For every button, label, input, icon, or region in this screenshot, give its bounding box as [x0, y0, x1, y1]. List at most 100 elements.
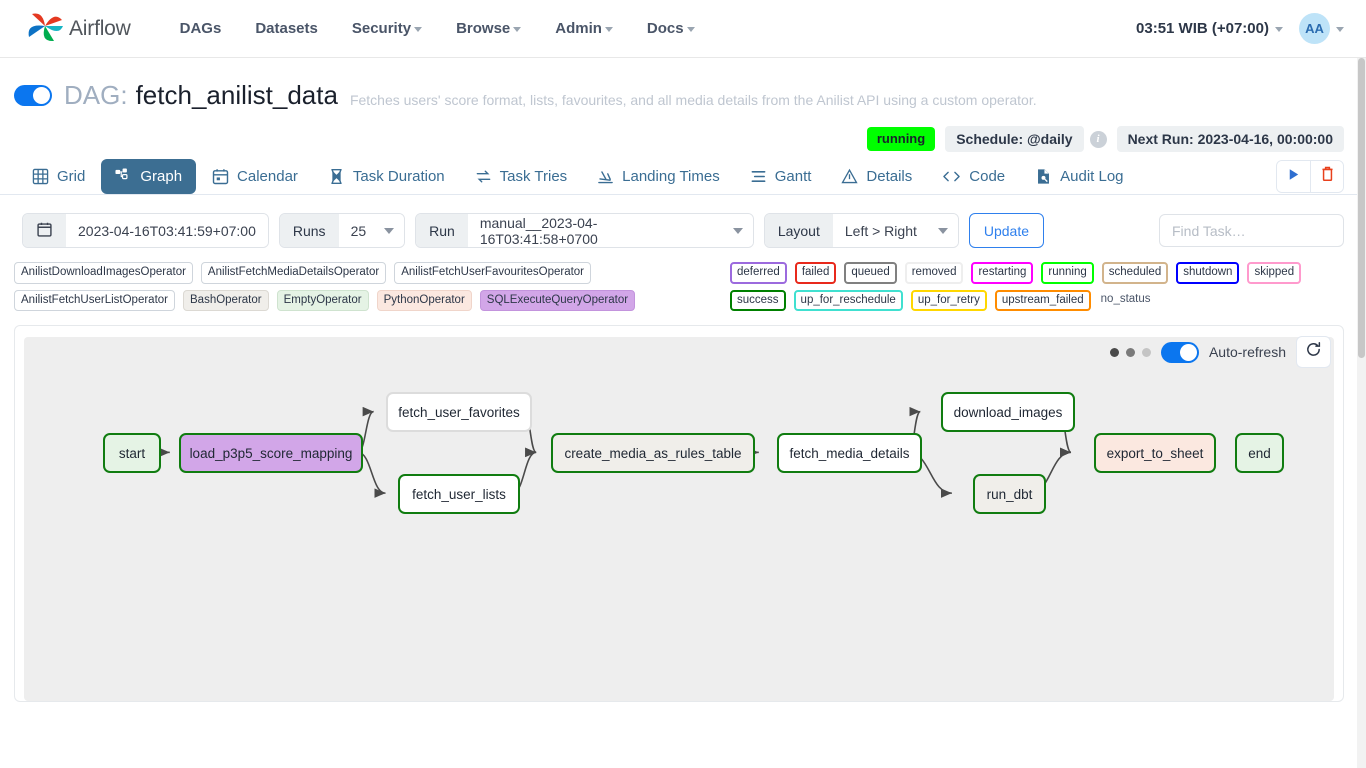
graph-node-create_media_as_rules_table[interactable]: create_media_as_rules_table — [551, 433, 755, 473]
nav-item-datasets[interactable]: Datasets — [238, 12, 335, 45]
dag-pause-toggle[interactable] — [14, 85, 52, 106]
auto-refresh-toggle[interactable] — [1160, 341, 1199, 363]
refresh-dot — [1141, 347, 1151, 357]
tab-graph[interactable]: Graph — [101, 159, 197, 194]
graph-node-run_dbt[interactable]: run_dbt — [973, 474, 1046, 514]
schedule-badge: Schedule: @daily — [945, 126, 1084, 152]
graph-icon — [115, 168, 132, 185]
operator-chip[interactable]: EmptyOperator — [276, 289, 369, 311]
airflow-logo-link[interactable]: Airflow — [26, 9, 131, 48]
graph-node-start[interactable]: start — [103, 433, 161, 473]
nav-item-dags-label: DAGs — [179, 20, 222, 37]
status-chip[interactable]: no_status — [1099, 290, 1153, 312]
status-chip[interactable]: shutdown — [1176, 262, 1240, 284]
trigger-dag-button[interactable] — [1277, 161, 1310, 192]
run-value: manual__2023-04-16T03:41:58+0700 — [479, 214, 598, 247]
layout-value: Left > Right — [844, 222, 917, 239]
graph-canvas[interactable]: start load_p3p5_score_mapping fetch_user_f… — [24, 337, 1334, 701]
chevron-down-icon — [1275, 27, 1283, 32]
status-chip[interactable]: failed — [794, 262, 837, 284]
user-menu[interactable]: AA — [1299, 13, 1344, 44]
operator-chip[interactable]: AnilistDownloadImagesOperator — [14, 262, 193, 284]
graph-node-fetch_media_details[interactable]: fetch_media_details — [777, 433, 922, 473]
status-chip[interactable]: upstream_failed — [994, 289, 1091, 311]
status-chip[interactable]: scheduled — [1101, 262, 1169, 284]
graph-node-fetch_user_favorites[interactable]: fetch_user_favorites — [386, 392, 532, 432]
tab-details[interactable]: Details — [827, 159, 926, 194]
tab-grid[interactable]: Grid — [18, 159, 99, 194]
chevron-down-icon — [1336, 27, 1344, 32]
calendar-icon — [212, 168, 229, 185]
refresh-button[interactable] — [1296, 336, 1331, 368]
find-task-input[interactable]: Find Task… — [1159, 214, 1344, 247]
status-chip[interactable]: success — [730, 289, 786, 311]
operator-chip[interactable]: AnilistFetchMediaDetailsOperator — [200, 262, 387, 284]
dag-action-buttons — [1276, 160, 1344, 193]
graph-node-end[interactable]: end — [1235, 433, 1284, 473]
chevron-down-icon — [686, 27, 695, 32]
dag-description: Fetches users' score format, lists, favo… — [349, 91, 1037, 108]
layout-select[interactable]: Left > Right — [832, 214, 958, 247]
layout-label: Layout — [764, 214, 833, 247]
nav-item-dags[interactable]: DAGs — [163, 12, 239, 45]
status-chip[interactable]: up_for_reschedule — [793, 289, 903, 311]
status-chip[interactable]: running — [1041, 262, 1094, 284]
play-icon — [1286, 167, 1301, 187]
graph-edges — [158, 406, 1210, 498]
status-badge: running — [866, 127, 936, 151]
chevron-down-icon — [384, 227, 395, 234]
delete-dag-button[interactable] — [1310, 161, 1343, 192]
status-chip[interactable]: skipped — [1247, 262, 1302, 284]
runs-label: Runs — [279, 214, 339, 247]
nav-item-datasets-label: Datasets — [255, 20, 318, 37]
nav-item-browse[interactable]: Browse — [439, 12, 538, 45]
operator-chip[interactable]: BashOperator — [183, 289, 269, 311]
scrollbar-thumb[interactable] — [1358, 58, 1365, 358]
tab-landing-times[interactable]: Landing Times — [583, 159, 734, 194]
chevron-down-icon — [414, 27, 423, 32]
tab-calendar[interactable]: Calendar — [198, 159, 312, 194]
filter-bar: 2023-04-16T03:41:59+07:00 Runs 25 Run ma… — [0, 195, 1366, 248]
execution-date-input[interactable]: 2023-04-16T03:41:59+07:00 — [66, 214, 268, 247]
tab-calendar-label: Calendar — [237, 168, 298, 185]
runs-select[interactable]: 25 — [338, 214, 405, 247]
tab-gantt[interactable]: Gantt — [736, 159, 826, 194]
graph-node-load_p3p5_score_mapping[interactable]: load_p3p5_score_mapping — [179, 433, 363, 473]
graph-node-fetch_user_lists[interactable]: fetch_user_lists — [398, 474, 520, 514]
graph-toolbar: Auto-refresh — [1109, 336, 1331, 368]
calendar-picker-button[interactable] — [23, 214, 66, 247]
tab-task-duration[interactable]: Task Duration — [314, 159, 459, 194]
trash-icon — [1320, 166, 1335, 187]
runs-value: 25 — [350, 222, 367, 239]
tab-task-duration-label: Task Duration — [352, 168, 445, 185]
nav-item-admin[interactable]: Admin — [538, 12, 630, 45]
view-tabbar: Grid Graph Calendar Task Duration Task T… — [0, 155, 1366, 195]
run-select[interactable]: manual__2023-04-16T03:41:58+0700 — [467, 214, 753, 247]
timezone-selector[interactable]: 03:51 WIB (+07:00) — [1136, 20, 1283, 37]
nav-item-docs[interactable]: Docs — [630, 12, 712, 45]
operator-chip[interactable]: SQLExecuteQueryOperator — [479, 289, 636, 311]
page-scrollbar[interactable] — [1357, 58, 1366, 768]
info-icon[interactable]: i — [1089, 130, 1107, 148]
tab-code[interactable]: Code — [928, 159, 1019, 194]
status-chip[interactable]: queued — [844, 262, 897, 284]
status-chip[interactable]: deferred — [730, 262, 787, 284]
operator-chip[interactable]: AnilistFetchUserFavouritesOperator — [394, 262, 592, 284]
operator-chip[interactable]: PythonOperator — [376, 289, 472, 311]
next-run-badge: Next Run: 2023-04-16, 00:00:00 — [1116, 126, 1344, 152]
nav-item-security[interactable]: Security — [335, 12, 439, 45]
dag-status-row: running Schedule: @daily i Next Run: 202… — [0, 111, 1366, 155]
status-chip[interactable]: restarting — [971, 262, 1034, 284]
tab-task-tries[interactable]: Task Tries — [461, 159, 582, 194]
status-chip[interactable]: removed — [904, 262, 964, 284]
graph-node-export_to_sheet[interactable]: export_to_sheet — [1094, 433, 1216, 473]
status-chip[interactable]: up_for_retry — [910, 289, 987, 311]
operator-chip[interactable]: AnilistFetchUserListOperator — [14, 289, 175, 311]
graph-node-download_images[interactable]: download_images — [941, 392, 1075, 432]
dag-title-row: DAG: fetch_anilist_data Fetches users' s… — [14, 80, 1344, 111]
status-legend: deferred failed queued removed restarting run… — [730, 262, 1344, 311]
run-label: Run — [416, 214, 468, 247]
runs-group: Runs 25 — [278, 213, 406, 248]
update-button[interactable]: Update — [968, 213, 1045, 248]
tab-audit-log[interactable]: Audit Log — [1021, 159, 1137, 194]
